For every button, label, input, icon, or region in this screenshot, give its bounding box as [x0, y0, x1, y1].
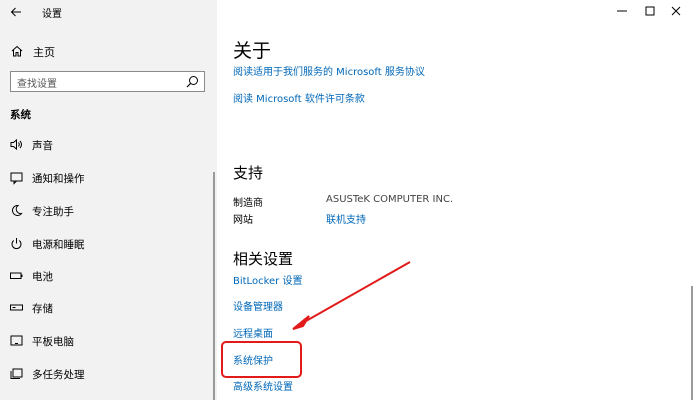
sidebar-item-home[interactable]: 主页	[0, 40, 217, 62]
annotation-arrow	[292, 261, 411, 330]
title-bar: 设置	[0, 0, 217, 24]
storage-icon	[10, 304, 23, 311]
search-input[interactable]: 查找设置	[10, 71, 205, 92]
sidebar-item-label: 专注助手	[32, 206, 74, 218]
sidebar-item-power[interactable]: 电源和睡眠	[0, 232, 217, 256]
tablet-icon	[10, 335, 23, 346]
sidebar-item-sound[interactable]: 声音	[0, 133, 217, 157]
maximize-icon	[645, 6, 655, 16]
sidebar-item-storage[interactable]: 存储	[0, 296, 217, 320]
sidebar-item-label: 多任务处理	[32, 369, 85, 381]
online-support-link[interactable]: 联机支持	[326, 211, 366, 226]
sidebar-item-multitasking[interactable]: 多任务处理	[0, 362, 217, 386]
battery-icon	[10, 272, 23, 279]
sidebar-item-battery[interactable]: 电池	[0, 264, 217, 288]
close-button[interactable]	[656, 0, 696, 24]
website-label: 网站	[233, 215, 253, 226]
search-placeholder: 查找设置	[17, 79, 57, 90]
remote-desktop-link[interactable]: 远程桌面	[233, 325, 273, 340]
advanced-system-settings-link[interactable]: 高级系统设置	[233, 378, 293, 393]
support-heading: 支持	[233, 164, 264, 182]
main-scrollbar[interactable]	[691, 286, 693, 400]
close-icon	[671, 6, 681, 16]
service-agreement-link[interactable]: 阅读适用于我们服务的 Microsoft 服务协议	[233, 63, 425, 78]
search-icon[interactable]	[186, 75, 199, 88]
back-button[interactable]	[6, 2, 26, 22]
manufacturer-value: ASUSTeK COMPUTER INC.	[326, 194, 454, 205]
annotation-highlight-box	[221, 341, 302, 378]
bitlocker-settings-link[interactable]: BitLocker 设置	[233, 272, 302, 287]
main-content: 关于 阅读适用于我们服务的 Microsoft 服务协议 阅读 Microsof…	[217, 0, 696, 400]
license-terms-link[interactable]: 阅读 Microsoft 软件许可条款	[233, 90, 365, 105]
sidebar-item-label: 通知和操作	[32, 173, 85, 185]
app-title: 设置	[42, 9, 62, 20]
minimize-icon	[617, 10, 627, 12]
back-arrow-icon	[10, 7, 21, 17]
sidebar-item-label: 电源和睡眠	[32, 239, 85, 251]
manufacturer-label: 制造商	[233, 198, 263, 209]
notification-icon	[10, 172, 23, 185]
sidebar-item-label: 存储	[32, 303, 53, 315]
related-settings-heading: 相关设置	[233, 250, 294, 268]
sidebar-item-label: 电池	[32, 271, 53, 283]
speaker-icon	[10, 138, 22, 151]
device-manager-link[interactable]: 设备管理器	[233, 298, 283, 313]
page-title: 关于	[233, 40, 272, 62]
sidebar-item-label: 主页	[33, 46, 55, 59]
sidebar-item-focus[interactable]: 专注助手	[0, 199, 217, 223]
sidebar-scrollbar[interactable]	[213, 172, 215, 400]
sidebar: 设置 主页 查找设置 系统 声音 通知和操作 专注助手 电源和睡眠 电池 存储 …	[0, 0, 217, 400]
sidebar-item-label: 平板电脑	[32, 336, 74, 348]
sidebar-item-notifications[interactable]: 通知和操作	[0, 166, 217, 190]
sidebar-item-label: 声音	[32, 140, 53, 152]
multitask-icon	[10, 368, 23, 379]
home-icon	[11, 45, 23, 57]
moon-icon	[12, 204, 23, 216]
power-icon	[11, 238, 22, 250]
sidebar-item-tablet[interactable]: 平板电脑	[0, 329, 217, 353]
section-label: 系统	[10, 109, 31, 121]
